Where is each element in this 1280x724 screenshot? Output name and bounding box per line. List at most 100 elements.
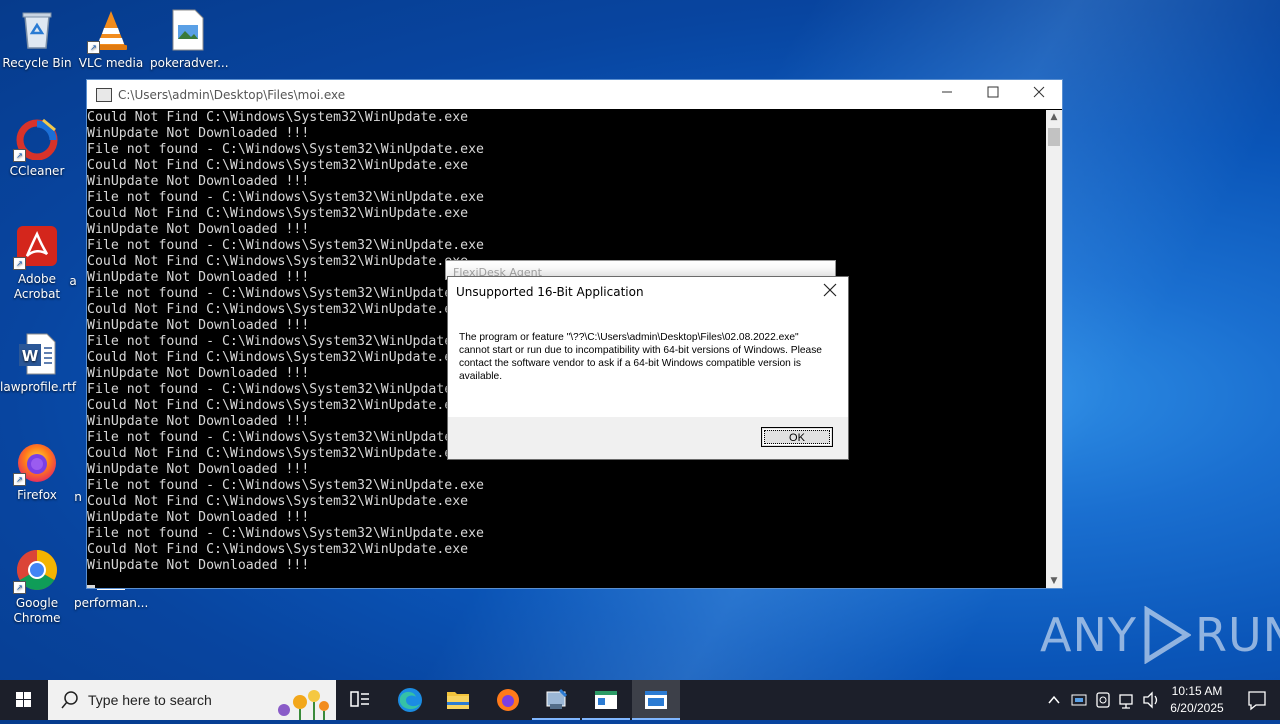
console-line: File not found - C:\Windows\System32\Win…: [87, 190, 484, 205]
close-button[interactable]: [1016, 80, 1062, 109]
tray-volume[interactable]: [1141, 680, 1161, 720]
desktop-icon-label: CCleaner: [9, 164, 65, 178]
tray-security[interactable]: [1094, 680, 1112, 720]
taskbar: Type here to search 10:15 AM 6/20/2025: [0, 680, 1280, 720]
window-app-icon: [595, 691, 617, 709]
desktop-icon-label: pokeradver...: [150, 56, 229, 70]
firefox-icon: ↗: [13, 440, 59, 486]
dialog-footer: OK: [448, 417, 848, 459]
close-icon: [823, 283, 837, 297]
desktop-icon-label: VLC media: [78, 56, 144, 70]
scrollbar-thumb[interactable]: [1048, 128, 1060, 146]
shortcut-arrow-icon: ↗: [13, 473, 26, 486]
shortcut-arrow-icon: ↗: [13, 581, 26, 594]
dialog-title: Unsupported 16-Bit Application: [456, 285, 644, 299]
desktop-icon-vlc[interactable]: ↗ VLC media: [74, 8, 148, 71]
desktop-icon-recycle-bin[interactable]: Recycle Bin: [0, 8, 74, 71]
desktop-icon-label: performan...: [74, 596, 149, 610]
ccleaner-icon: ↗: [13, 116, 59, 162]
console-line: Could Not Find C:\Windows\System32\WinUp…: [87, 206, 469, 221]
desktop-icon-firefox[interactable]: ↗ Firefox: [0, 440, 74, 503]
desktop-icon-label: lawprofile.rtf: [0, 380, 77, 394]
svg-text:W: W: [22, 347, 39, 365]
installer-icon: [546, 688, 568, 709]
console-line: File not found - C:\Windows\System32\Win…: [87, 238, 484, 253]
clock-time: 10:15 AM: [1171, 684, 1223, 698]
play-icon: [1144, 606, 1191, 664]
taskbar-cmd[interactable]: [632, 680, 680, 720]
minimize-icon: [942, 91, 952, 93]
taskbar-clock[interactable]: 10:15 AM 6/20/2025: [1162, 683, 1232, 717]
minimize-button[interactable]: [924, 80, 970, 109]
taskbar-firefox[interactable]: [484, 680, 532, 720]
maximize-icon: [987, 86, 999, 98]
console-app-icon: [96, 87, 112, 102]
scroll-up-icon[interactable]: ▲: [1046, 112, 1062, 122]
shortcut-arrow-icon: ↗: [13, 149, 26, 162]
desktop-icon-label: Firefox: [17, 488, 57, 502]
taskbar-app-installer[interactable]: [532, 680, 580, 720]
scroll-down-icon[interactable]: ▼: [1046, 576, 1062, 586]
acrobat-icon: ↗: [13, 224, 59, 270]
folder-icon: [447, 692, 469, 709]
shortcut-arrow-icon: ↗: [13, 257, 26, 270]
console-cursor: [87, 585, 95, 588]
tray-network[interactable]: [1117, 680, 1137, 720]
action-center-button[interactable]: [1234, 680, 1280, 720]
ok-button[interactable]: OK: [761, 427, 833, 447]
console-line: File not found - C:\Windows\System32\Win…: [87, 526, 484, 541]
chrome-icon: ↗: [13, 548, 59, 594]
console-line: Could Not Find C:\Windows\System32\WinUp…: [87, 158, 469, 173]
tray-network-adapter[interactable]: [1070, 680, 1088, 720]
start-button[interactable]: [0, 680, 48, 720]
taskbar-search-box[interactable]: Type here to search: [48, 680, 336, 720]
taskbar-console-app[interactable]: [582, 680, 630, 720]
desktop-icon-pokeradver[interactable]: pokeradver...: [150, 8, 229, 71]
chevron-up-icon: [1048, 695, 1060, 704]
console-line: WinUpdate Not Downloaded !!!: [87, 510, 310, 525]
tray-chevron[interactable]: [1046, 680, 1062, 720]
clock-date: 6/20/2025: [1170, 701, 1224, 715]
image-file-icon: [165, 8, 209, 52]
watermark-right: RUN: [1194, 608, 1280, 662]
vlc-icon: ↗: [87, 8, 133, 54]
console-line: File not found - C:\Windows\System32\Win…: [87, 142, 484, 157]
desktop-icon-acrobat[interactable]: ↗ Adobe Acrobat: [0, 224, 74, 302]
notification-icon: [1248, 691, 1266, 711]
desktop-icon-lawprofile[interactable]: W lawprofile.rtf: [0, 332, 77, 395]
search-icon: [61, 691, 78, 709]
dialog-message: The program or feature "\??\C:\Users\adm…: [459, 332, 822, 382]
shortcut-arrow-icon: ↗: [87, 41, 100, 54]
recycle-bin-icon: [15, 8, 59, 52]
console-line: WinUpdate Not Downloaded !!!: [87, 174, 310, 189]
anyrun-watermark: ANY RUN: [1040, 606, 1280, 664]
desktop-icon-chrome[interactable]: ↗ Google Chrome: [0, 548, 74, 626]
search-placeholder: Type here to search: [88, 692, 212, 708]
shield-icon: [1096, 692, 1110, 708]
console-line: WinUpdate Not Downloaded !!!: [87, 126, 310, 141]
desktop-icon-partial-a[interactable]: a: [58, 274, 88, 289]
desktop-icon-label: a: [69, 274, 77, 288]
speaker-icon: [1143, 691, 1158, 709]
taskbar-file-explorer[interactable]: [434, 680, 482, 720]
unsupported-app-dialog[interactable]: Unsupported 16-Bit Application The progr…: [447, 276, 849, 460]
firefox-icon: [497, 689, 519, 711]
console-line: WinUpdate Not Downloaded !!!: [87, 558, 310, 573]
maximize-button[interactable]: [970, 80, 1016, 109]
desktop-icon-ccleaner[interactable]: ↗ CCleaner: [0, 116, 74, 179]
network-card-icon: [1071, 694, 1087, 706]
dialog-close-button[interactable]: [820, 282, 840, 302]
taskbar-edge[interactable]: [386, 680, 434, 720]
watermark-left: ANY: [1040, 608, 1137, 662]
console-title: C:\Users\admin\Desktop\Files\moi.exe: [118, 87, 346, 102]
desktop-icon-label: Google Chrome: [13, 596, 61, 625]
edge-icon: [398, 688, 422, 712]
flowers-icon: [278, 690, 329, 720]
console-titlebar[interactable]: C:\Users\admin\Desktop\Files\moi.exe: [87, 80, 1062, 109]
task-view-button[interactable]: [336, 680, 384, 720]
console-scrollbar[interactable]: ▲ ▼: [1046, 110, 1062, 588]
task-view-icon: [350, 691, 369, 707]
windows-logo-icon: [16, 692, 31, 707]
console-line: WinUpdate Not Downloaded !!!: [87, 222, 310, 237]
console-line: Could Not Find C:\Windows\System32\WinUp…: [87, 110, 469, 125]
